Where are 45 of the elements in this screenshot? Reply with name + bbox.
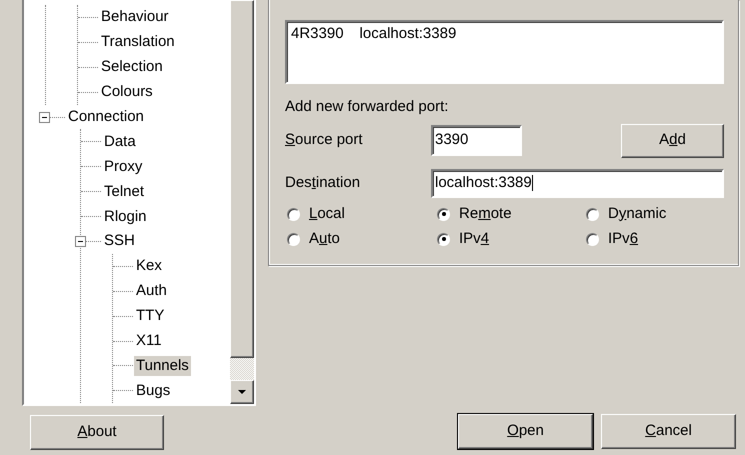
tree-item[interactable]: Telnet — [102, 182, 146, 202]
radio-button[interactable] — [437, 232, 450, 246]
add-button[interactable]: Add — [621, 124, 724, 158]
tree-item[interactable]: Tunnels — [134, 356, 191, 376]
radio-button[interactable] — [586, 208, 599, 220]
tree-item[interactable]: Rlogin — [102, 206, 149, 227]
field-label: Source port — [285, 130, 364, 150]
collapse-icon[interactable] — [75, 236, 86, 247]
down-arrow-icon — [238, 390, 246, 394]
radio-label[interactable]: IPv6 — [608, 228, 638, 250]
tree-item[interactable]: Data — [102, 132, 138, 152]
list-item-destination[interactable]: localhost:3389 — [360, 23, 456, 46]
radio-label[interactable]: Dynamic — [608, 202, 666, 226]
tree-item[interactable]: Colours — [99, 82, 155, 102]
radio-button[interactable] — [287, 232, 300, 246]
tree-item[interactable]: Bugs — [134, 380, 172, 401]
dialog-button[interactable]: Cancel — [601, 414, 736, 449]
tree-item[interactable]: Proxy — [102, 156, 144, 177]
radio-label[interactable]: Local — [309, 202, 345, 226]
tree-item[interactable]: TTY — [134, 306, 166, 326]
about-button[interactable]: About — [30, 415, 164, 450]
destination-field[interactable]: localhost:3389 — [431, 168, 724, 198]
radio-label[interactable]: Remote — [459, 202, 512, 226]
tree-item[interactable]: Auth — [134, 281, 169, 302]
dialog-button[interactable]: Open — [458, 414, 593, 449]
source-port-field[interactable]: 3390 — [431, 125, 522, 156]
tree-item[interactable]: Selection — [99, 57, 165, 78]
tree-item[interactable]: X11 — [134, 331, 164, 352]
tree-item[interactable]: Connection — [66, 107, 146, 127]
tree-item[interactable]: Kex — [134, 256, 164, 276]
radio-label[interactable]: IPv4 — [459, 228, 490, 250]
tree-item[interactable]: SSH — [102, 231, 137, 252]
radio-label[interactable]: Auto — [309, 228, 340, 250]
field-label: Destination — [285, 172, 362, 193]
radio-button[interactable] — [586, 232, 599, 246]
tree-item[interactable]: Translation — [99, 32, 177, 52]
text-cursor — [532, 175, 533, 191]
forwarded-ports-list[interactable]: 4R3390 localhost:3389 — [285, 20, 724, 84]
list-item-source[interactable]: 4R3390 — [291, 23, 344, 46]
radio-button[interactable] — [437, 208, 450, 220]
section-heading: Add new forwarded port: — [285, 97, 450, 117]
radio-button[interactable] — [287, 208, 300, 220]
scroll-down-button[interactable] — [230, 380, 254, 404]
collapse-icon[interactable] — [39, 112, 50, 122]
tree-item[interactable]: Behaviour — [99, 7, 171, 28]
